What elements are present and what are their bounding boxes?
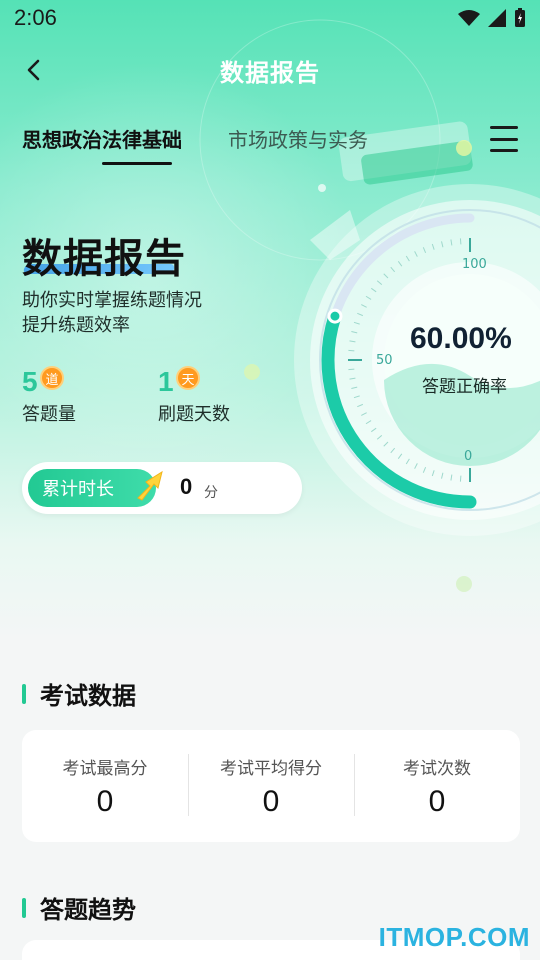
accuracy-label: 答题正确率 — [422, 377, 507, 397]
exam-section-header: 考试数据 — [22, 676, 136, 711]
chevron-left-icon — [27, 59, 40, 81]
menu-icon-line — [490, 126, 518, 129]
stat-label: 刷题天数 — [158, 404, 230, 425]
exam-data-card: 考试最高分 0 考试平均得分 0 考试次数 0 — [22, 730, 520, 842]
exam-stat-label: 考试次数 — [403, 758, 471, 779]
stat-practice-days: 1 天 刷题天数 — [158, 366, 230, 426]
wifi-icon — [458, 10, 480, 26]
exam-highest-score: 考试最高分 0 — [22, 754, 188, 819]
menu-icon-line — [490, 149, 518, 152]
arrow-up-icon — [137, 470, 163, 501]
exam-stat-value: 0 — [428, 784, 446, 818]
tab-subject-2[interactable]: 市场政策与实务 — [228, 124, 368, 164]
exam-count: 考试次数 0 — [354, 753, 520, 819]
battery-icon — [515, 8, 525, 27]
section-accent-bar — [22, 683, 26, 704]
back-button[interactable] — [18, 54, 50, 86]
status-time: 2:06 — [14, 5, 57, 30]
stat-unit-badge: 天 — [176, 366, 200, 390]
report-subtitle: 助你实时掌握练题情况 提升练题效率 — [22, 288, 202, 338]
status-icons — [458, 8, 526, 28]
exam-stat-value: 0 — [96, 784, 114, 818]
header: 数据报告 — [0, 46, 540, 94]
subject-tabs: 思想政治法律基础 市场政策与实务 — [22, 124, 368, 165]
gauge-tick-label-0: 0 — [464, 449, 472, 464]
status-bar: 2:06 — [0, 0, 540, 36]
signal-icon — [488, 9, 506, 27]
watermark: ITMOP.COM — [378, 922, 530, 952]
total-duration-card: 累计时长 0 分 — [22, 462, 302, 514]
exam-stat-label: 考试平均得分 — [220, 758, 322, 779]
tab-subject-1[interactable]: 思想政治法律基础 — [22, 124, 182, 165]
report-title: 数据报告 — [22, 236, 186, 282]
gauge-tick-label-50: 50 — [376, 353, 393, 368]
gauge-tick-label-100: 100 — [462, 257, 487, 272]
report-subtitle-line1: 助你实时掌握练题情况 — [22, 290, 202, 311]
exam-stat-label: 考试最高分 — [62, 758, 148, 779]
duration-unit: 分 — [204, 485, 218, 501]
accuracy-gauge: 100 50 0 — [294, 184, 540, 536]
section-accent-bar — [22, 897, 26, 918]
exam-average-score: 考试平均得分 0 — [188, 753, 354, 819]
menu-icon-line — [490, 137, 518, 141]
exam-section-title: 考试数据 — [40, 682, 136, 710]
stat-unit-badge: 道 — [40, 366, 64, 390]
duration-value: 0 — [180, 474, 193, 499]
exam-stat-value: 0 — [262, 784, 280, 818]
menu-button[interactable] — [490, 126, 518, 152]
stat-label: 答题量 — [22, 404, 76, 425]
accuracy-value: 60.00% — [410, 322, 512, 355]
page-title: 数据报告 — [220, 58, 320, 87]
gauge-knob — [327, 308, 343, 324]
stat-question-count: 5 道 答题量 — [22, 366, 76, 426]
trend-section-title: 答题趋势 — [40, 896, 136, 924]
report-subtitle-line2: 提升练题效率 — [22, 315, 130, 336]
trend-section-header: 答题趋势 — [22, 890, 136, 925]
